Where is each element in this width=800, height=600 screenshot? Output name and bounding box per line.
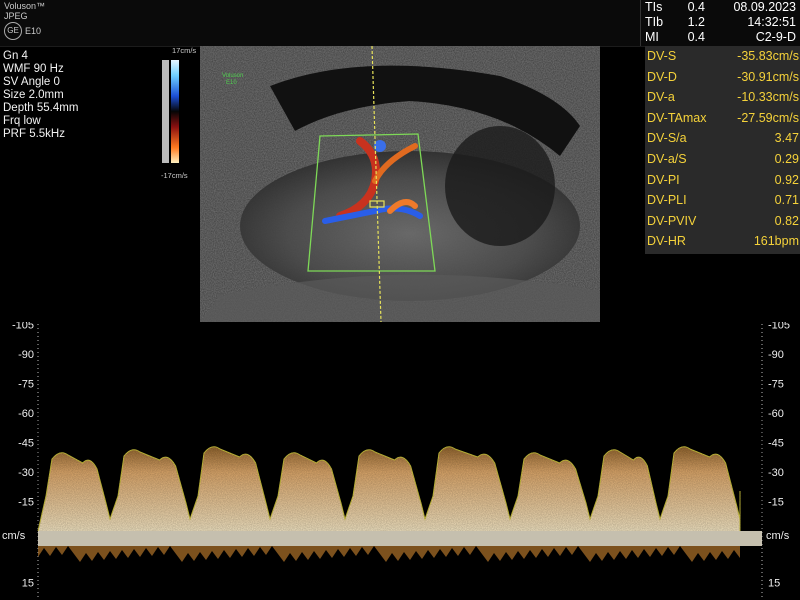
brand-logo: Voluson™ JPEG GE E10 [4,1,45,40]
format-label: JPEG [4,11,28,21]
image-brand-label: Voluson [222,73,243,79]
scale-tick-right: -75 [768,379,784,391]
color-velocity-bar [162,60,179,163]
param-depth: Depth 55.4mm [3,102,79,114]
image-model-label: E10 [226,80,237,86]
scale-tick-right: -90 [768,349,784,361]
scale-tick-left: -90 [18,349,34,361]
measurement-panel: DV-S -35.83cm/s DV-D -30.91cm/s DV-a -10.33… [645,46,800,254]
scale-tick-right: -60 [768,408,784,420]
param-prf: PRF 5.5kHz [3,128,65,140]
scale-tick-right: -45 [768,438,784,450]
measurement-row: DV-TAmax -27.59cm/s [647,110,799,125]
dark-region [445,126,555,246]
scale-tick-left: 15 [22,578,34,590]
index-row: TIb 1.2 [645,15,705,29]
index-row: MI 0.4 [645,30,705,44]
model-label: E10 [25,25,42,36]
brand-name: Voluson™ [4,1,46,11]
scale-tick-left: -75 [18,379,34,391]
param-frequency: Frq low [3,115,41,127]
measurement-row: DV-PLI 0.71 [647,193,799,208]
reverse-flow-noise [38,546,740,562]
scale-tick-right: -30 [768,467,784,479]
ge-logo-icon: GE [4,22,22,40]
index-row: TIs 0.4 [645,0,705,14]
param-wmf: WMF 90 Hz [3,63,64,75]
scale-unit-right: cm/s [766,530,790,542]
scale-tick-left: -30 [18,467,34,479]
scale-tick-right: 15 [768,578,780,590]
baseline-band [38,531,762,546]
param-gain: Gn 4 [3,50,28,62]
measurement-row: DV-S -35.83cm/s [647,49,799,63]
color-bar-min: -17cm/s [161,171,188,180]
safety-indices: TIs 0.4 TIb 1.2 MI 0.4 [645,0,705,45]
scale-tick-right: -105 [768,322,790,332]
color-bar-max: 17cm/s [172,46,197,55]
measurement-row: DV-HR 161bpm [647,234,799,249]
spectral-doppler-trace: -105 -105 -90 -90 -75 -75 -60 -60 -45 -45 -30 -30 -1… [2,322,790,600]
probe-label: C2-9-D [755,30,796,44]
param-size: Size 2.0mm [3,89,64,101]
datetime-probe: 08.09.2023 14:32:51 C2-9-D [706,0,796,45]
measurement-row: DV-D -30.91cm/s [647,69,799,84]
header-divider [640,0,641,46]
date-label: 08.09.2023 [733,0,796,14]
measurement-row: DV-S/a 3.47 [647,131,799,146]
scale-tick-left: -105 [12,322,34,332]
scale-tick-left: -60 [18,408,34,420]
scale-unit-left: cm/s [2,530,26,542]
doppler-parameters: Gn 4 WMF 90 Hz SV Angle 0 Size 2.0mm Dep… [3,50,78,141]
scale-tick-right: -15 [768,497,784,509]
measurement-row: DV-PI 0.92 [647,172,799,187]
time-label: 14:32:51 [747,15,796,29]
measurement-row: DV-PVIV 0.82 [647,213,799,228]
scale-tick-left: -15 [18,497,34,509]
param-sv-angle: SV Angle 0 [3,76,60,88]
speckle-overlay [38,422,740,532]
measurement-row: DV-a/S 0.29 [647,151,799,166]
measurement-row: DV-a -10.33cm/s [647,90,799,105]
bmode-image: Voluson E10 [200,46,600,322]
scale-tick-left: -45 [18,438,34,450]
